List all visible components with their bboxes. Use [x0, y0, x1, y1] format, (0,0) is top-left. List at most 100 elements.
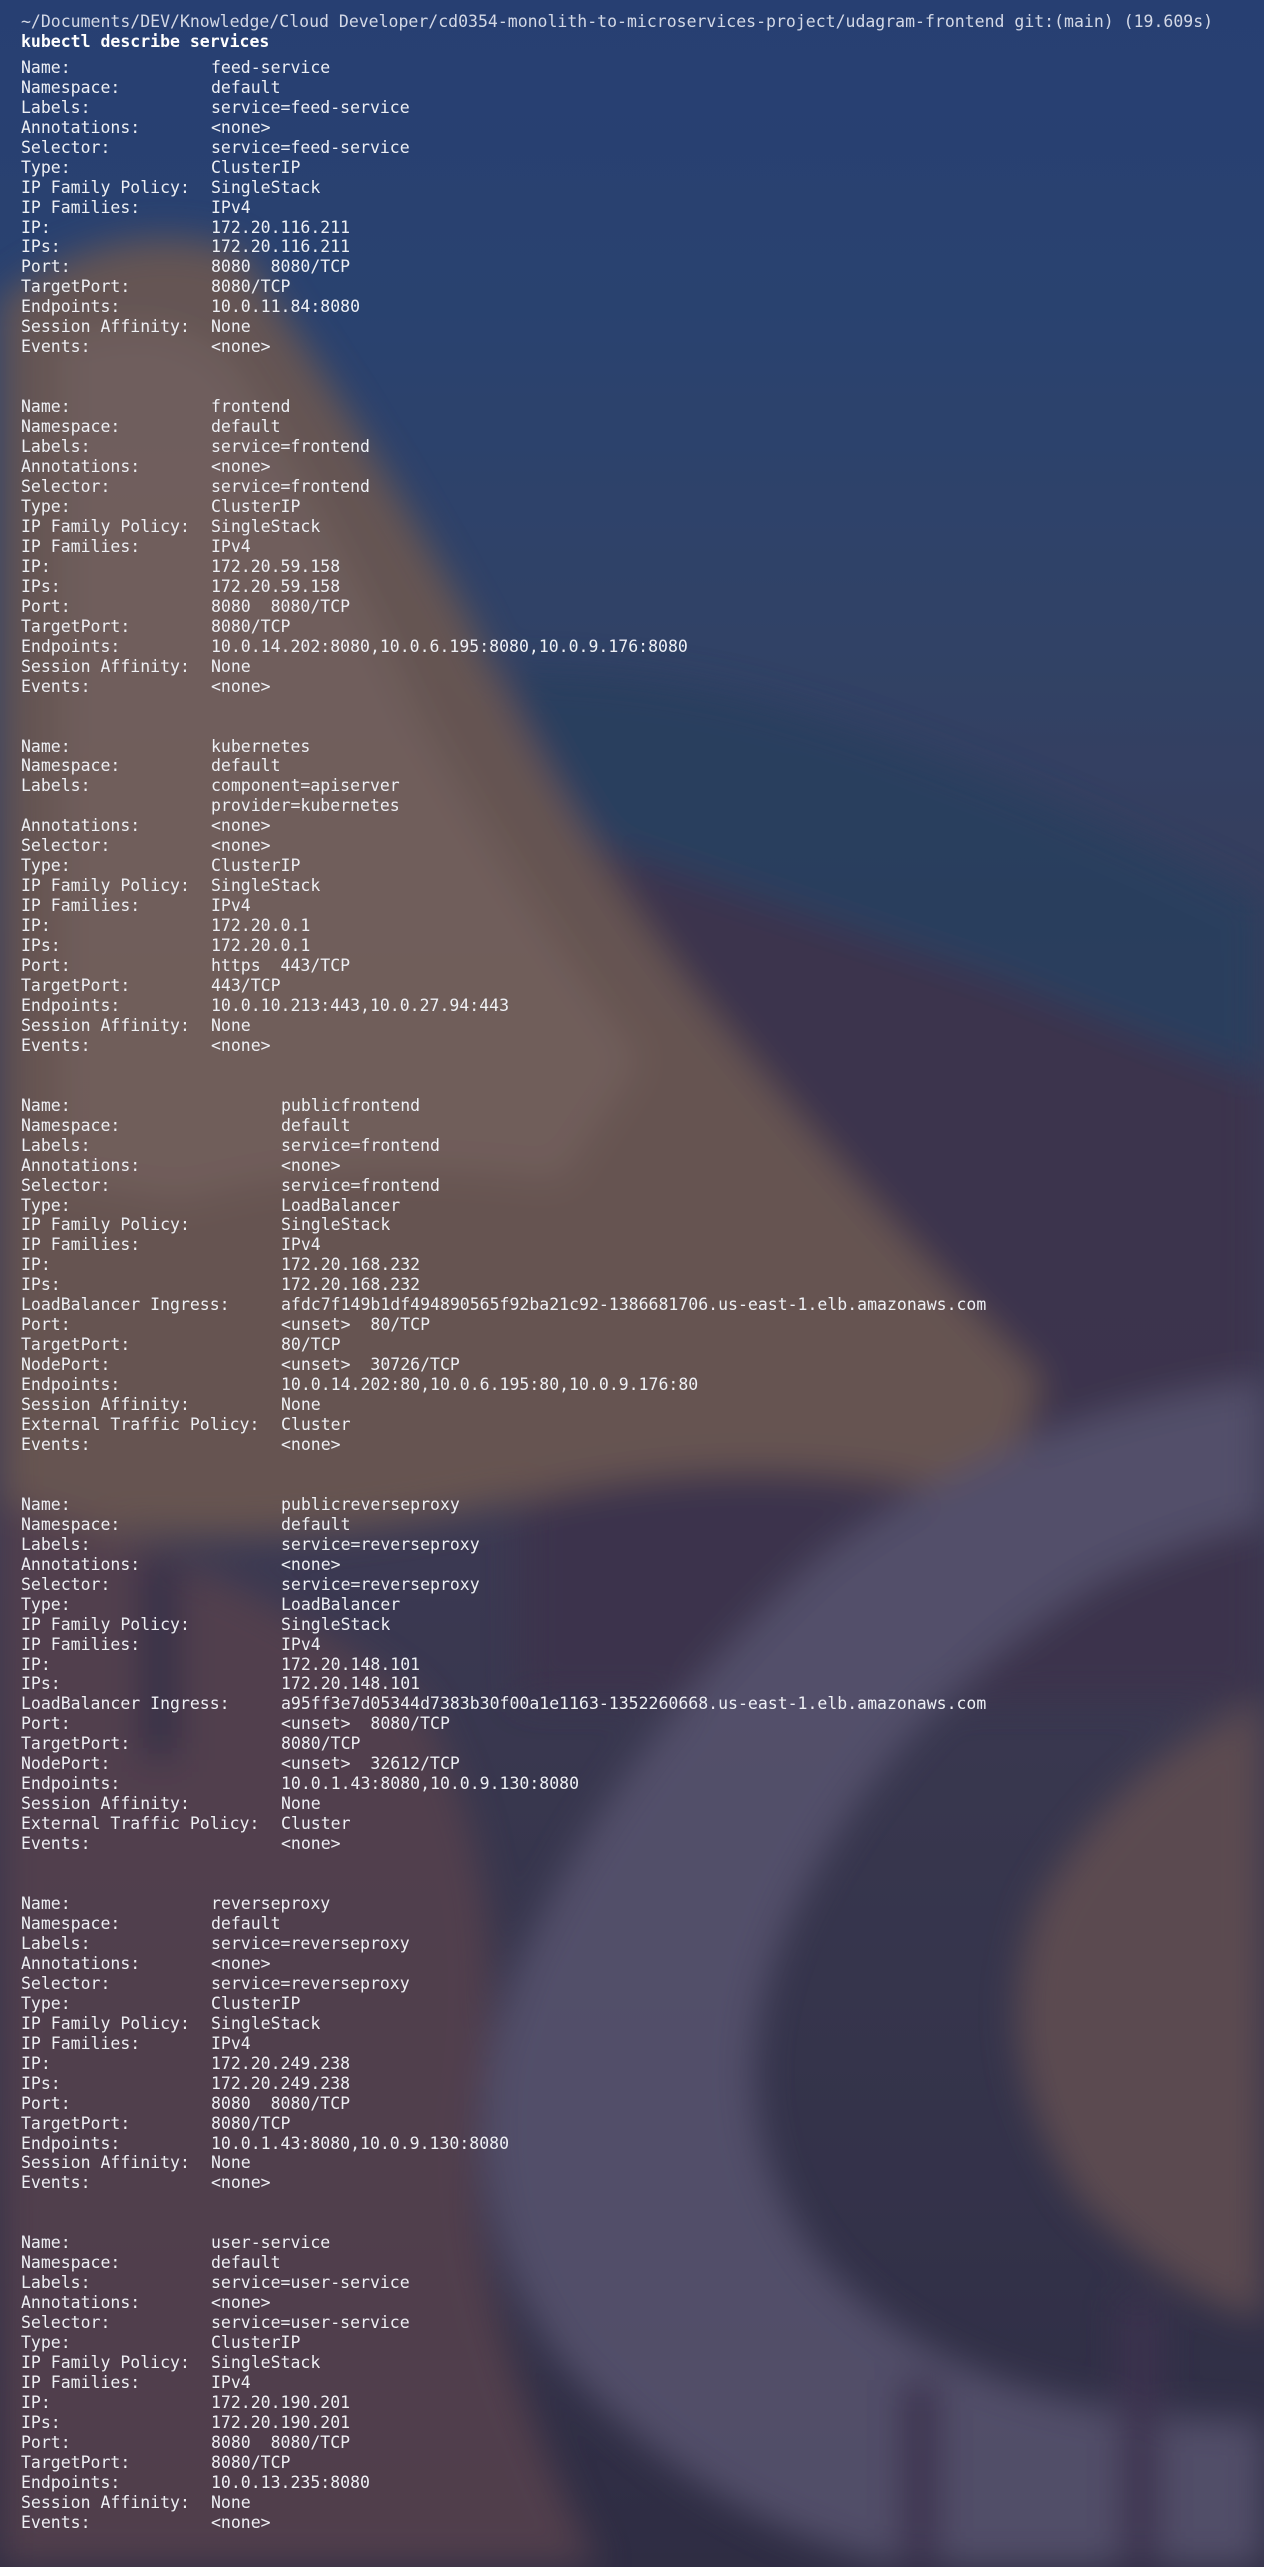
field-key: Namespace: [21, 1115, 121, 1135]
service-field-row: Namespace: default [21, 2253, 1264, 2273]
field-key: Annotations: [21, 117, 141, 137]
service-field-row: Annotations: <none> [21, 1156, 1264, 1176]
service-field-row: provider=kubernetes [21, 796, 1264, 816]
service-field-row: IP Families: IPv4 [21, 896, 1264, 916]
command-output: Name: feed-service Namespace: default Labels… [21, 58, 1264, 2533]
field-value: <none> [211, 457, 271, 477]
field-value: <none> [211, 117, 271, 137]
field-value: IPv4 [211, 536, 251, 556]
field-key: Annotations: [21, 816, 141, 836]
service-field-row: IP Family Policy: SingleStack [21, 517, 1264, 537]
field-key: IP Family Policy: [21, 2353, 190, 2373]
service-field-row: Name: feed-service [21, 58, 1264, 78]
field-key: Endpoints: [21, 995, 121, 1015]
service-field-row: Endpoints: 10.0.1.43:8080,10.0.9.130:8080 [21, 2134, 1264, 2154]
field-value: 172.20.0.1 [211, 936, 311, 956]
field-key: NodePort: [21, 1355, 111, 1375]
field-key: Session Affinity: [21, 2492, 190, 2512]
field-key: Namespace: [21, 1914, 121, 1934]
service-field-row: Annotations: <none> [21, 2293, 1264, 2313]
service-field-row: Endpoints: 10.0.1.43:8080,10.0.9.130:8080 [21, 1774, 1264, 1794]
service-field-row: Labels: service=reverseproxy [21, 1934, 1264, 1954]
field-value: 10.0.14.202:80,10.0.6.195:80,10.0.9.176:… [281, 1375, 699, 1395]
field-value: ClusterIP [211, 856, 301, 876]
field-value: <none> [211, 816, 271, 836]
field-value: 172.20.116.211 [211, 217, 351, 237]
field-value: 8080 8080/TCP [211, 2432, 351, 2452]
field-value: <none> [211, 836, 271, 856]
field-key: Events: [21, 1434, 91, 1454]
field-value: None [281, 1395, 321, 1415]
field-value: ClusterIP [211, 1993, 301, 2013]
field-key: IP: [21, 1654, 51, 1674]
field-key: Name: [21, 397, 71, 417]
field-value: 172.20.168.232 [281, 1275, 421, 1295]
field-value: LoadBalancer [281, 1195, 401, 1215]
field-key: IP: [21, 2392, 51, 2412]
field-key: IP: [21, 916, 51, 936]
service-field-row: IP: 172.20.168.232 [21, 1255, 1264, 1275]
field-key: Session Affinity: [21, 1794, 190, 1814]
field-key: TargetPort: [21, 2452, 131, 2472]
service-field-row: Session Affinity: None [21, 317, 1264, 337]
field-key: External Traffic Policy: [21, 1814, 260, 1834]
service-field-row: Name: frontend [21, 397, 1264, 417]
service-field-row: Events: <none> [21, 1036, 1264, 1056]
field-key: IP Families: [21, 2373, 141, 2393]
service-field-row: NodePort: <unset> 30726/TCP [21, 1355, 1264, 1375]
field-value: provider=kubernetes [211, 796, 400, 816]
field-value: 172.20.168.232 [281, 1255, 421, 1275]
service-field-row: Selector: service=feed-service [21, 138, 1264, 158]
service-field-row: LoadBalancer Ingress: afdc7f149b1df494890… [21, 1295, 1264, 1315]
service-field-row: TargetPort: 80/TCP [21, 1335, 1264, 1355]
field-key: IPs: [21, 237, 61, 257]
field-key: Type: [21, 496, 71, 516]
service-field-row: TargetPort: 8080/TCP [21, 617, 1264, 637]
field-value: <unset> 8080/TCP [281, 1714, 450, 1734]
field-value: 8080 8080/TCP [211, 257, 351, 277]
field-key: Port: [21, 2093, 71, 2113]
field-value: service=feed-service [211, 137, 410, 157]
service-field-row: Selector: service=frontend [21, 1176, 1264, 1196]
field-value: None [211, 2153, 251, 2173]
field-key: Type: [21, 1594, 71, 1614]
field-key: Session Affinity: [21, 1015, 190, 1035]
service-field-row: Namespace: default [21, 78, 1264, 98]
field-value: 172.20.116.211 [211, 237, 351, 257]
service-field-row: IPs: 172.20.0.1 [21, 936, 1264, 956]
service-field-row: Events: <none> [21, 1834, 1264, 1854]
service-field-row: TargetPort: 8080/TCP [21, 2453, 1264, 2473]
field-key: Namespace: [21, 2253, 121, 2273]
field-value: 443/TCP [211, 975, 281, 995]
field-key: Selector: [21, 1175, 111, 1195]
field-value: service=frontend [281, 1135, 440, 1155]
field-key: IP: [21, 2053, 51, 2073]
field-value: reverseproxy [211, 1894, 331, 1914]
service-field-row: Namespace: default [21, 417, 1264, 437]
field-key: Selector: [21, 137, 111, 157]
terminal-window[interactable]: ~/Documents/DEV/Knowledge/Cloud Develope… [0, 0, 1264, 2567]
field-key: Labels: [21, 437, 91, 457]
field-value: 8080/TCP [281, 1734, 361, 1754]
service-field-row: Events: <none> [21, 2173, 1264, 2193]
field-value: frontend [211, 397, 291, 417]
service-block: Name: publicfrontend Namespace: default Labe… [21, 1096, 1264, 1455]
field-key: Port: [21, 2432, 71, 2452]
service-field-row: Type: ClusterIP [21, 856, 1264, 876]
service-field-row: Events: <none> [21, 337, 1264, 357]
field-key: Session Affinity: [21, 656, 190, 676]
service-field-row: Type: LoadBalancer [21, 1595, 1264, 1615]
field-key: Endpoints: [21, 1774, 121, 1794]
field-key: Namespace: [21, 77, 121, 97]
field-value: None [211, 656, 251, 676]
service-field-row: IP: 172.20.116.211 [21, 218, 1264, 238]
field-value: 8080 8080/TCP [211, 596, 351, 616]
service-field-row: Annotations: <none> [21, 816, 1264, 836]
field-key: Labels: [21, 1135, 91, 1155]
field-key: Port: [21, 596, 71, 616]
field-key: IP Family Policy: [21, 516, 190, 536]
field-value: 8080/TCP [211, 277, 291, 297]
field-key: Events: [21, 2512, 91, 2532]
service-field-row: Name: user-service [21, 2233, 1264, 2253]
service-field-row: IPs: 172.20.190.201 [21, 2413, 1264, 2433]
